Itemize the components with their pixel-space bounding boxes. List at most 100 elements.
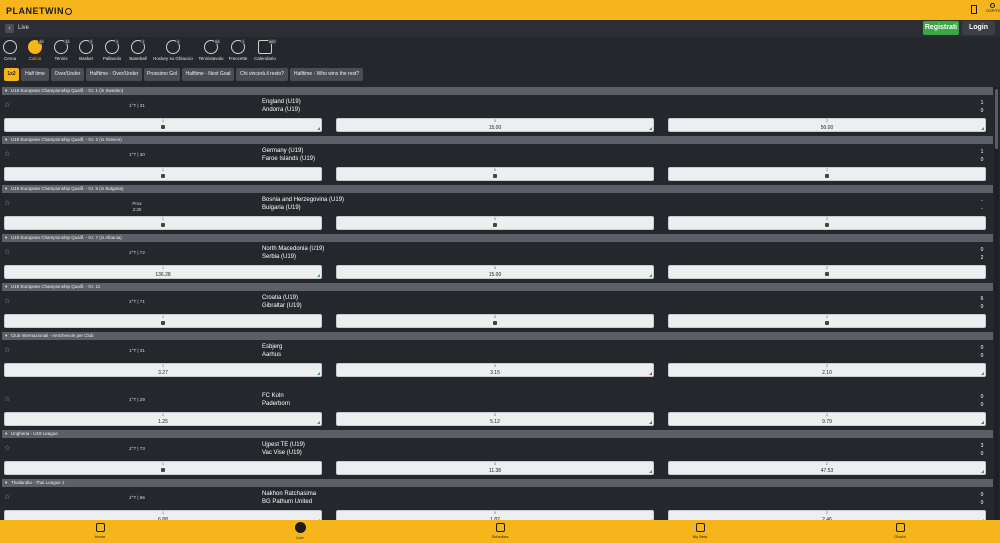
- league-header[interactable]: ▾ Club Internazionali - Amichevole per Cl…: [2, 332, 993, 340]
- tab-halftime-over-under[interactable]: Halftime - Over/Under: [86, 68, 142, 81]
- favorite-star-icon[interactable]: ☆: [4, 199, 10, 207]
- away-team[interactable]: BG Pathum United: [262, 499, 312, 505]
- odds-button-1[interactable]: 1 3.27: [4, 363, 322, 377]
- match-time: Prox: [132, 201, 142, 206]
- nav-my-bets[interactable]: My Bets: [680, 522, 720, 539]
- away-team[interactable]: Vac Vise (U19): [262, 450, 302, 456]
- odds-button-x[interactable]: X 3.15: [336, 363, 654, 377]
- home-team[interactable]: Ujpest TE (U19): [262, 442, 305, 448]
- odds-outcome-label: 2: [826, 315, 828, 319]
- sport-baseball[interactable]: 1 Baseball: [127, 38, 149, 61]
- odds-button-1[interactable]: 1: [4, 314, 322, 328]
- scrollbar-thumb[interactable]: [995, 89, 998, 149]
- away-team[interactable]: Andorra (U19): [262, 107, 300, 113]
- odds-button-1[interactable]: 1 1.25: [4, 412, 322, 426]
- league-header[interactable]: ▾ Thailandia - Thai League 1: [2, 479, 993, 487]
- odds-button-x[interactable]: X 1.82: [336, 510, 654, 520]
- odds-button-1[interactable]: 1: [4, 167, 322, 181]
- away-team[interactable]: Gibraltar (U19): [262, 303, 302, 309]
- scrollbar[interactable]: [994, 87, 999, 520]
- odds-button-x[interactable]: X 11.38: [336, 461, 654, 475]
- odds-button-1[interactable]: 1: [4, 461, 322, 475]
- favorite-star-icon[interactable]: ☆: [4, 297, 10, 305]
- sport-calendario[interactable]: 487 Calendario: [253, 38, 277, 61]
- away-team[interactable]: Aarhus: [262, 352, 281, 358]
- nav-schedina[interactable]: Schedina: [480, 522, 520, 539]
- odds-button-2[interactable]: 2 50.00: [668, 118, 986, 132]
- favorite-star-icon[interactable]: ☆: [4, 346, 10, 354]
- odds-button-2[interactable]: 2: [668, 314, 986, 328]
- league-header[interactable]: ▾ U19 European Championship Qualif. - Gr.…: [2, 283, 993, 291]
- sport-tennistavolo[interactable]: 53 Tennistavolo: [197, 38, 225, 61]
- home-team[interactable]: Bosnia and Herzegovina (U19): [262, 197, 344, 203]
- odds-button-x[interactable]: X: [336, 167, 654, 181]
- nav-home[interactable]: Home: [80, 522, 120, 539]
- odds-button-2[interactable]: 2 47.53: [668, 461, 986, 475]
- home-team[interactable]: England (U19): [262, 99, 301, 105]
- away-team[interactable]: Bulgaria (U19): [262, 205, 301, 211]
- odds-outcome-label: X: [493, 168, 497, 172]
- register-button[interactable]: Registrati: [923, 21, 959, 35]
- odds-button-x[interactable]: X 15.00: [336, 265, 654, 279]
- away-team[interactable]: Faroe Islands (U19): [262, 156, 315, 162]
- favorite-star-icon[interactable]: ☆: [4, 150, 10, 158]
- tab-prossimo-gol[interactable]: Prossimo Gol: [144, 68, 180, 81]
- tab-half-time[interactable]: Half time: [21, 68, 49, 81]
- odds-button-2[interactable]: 2: [668, 167, 986, 181]
- sport-freccette[interactable]: 1 Freccette: [228, 38, 248, 61]
- odds-button-x[interactable]: X: [336, 216, 654, 230]
- favorite-star-icon[interactable]: ☆: [4, 493, 10, 501]
- odds-button-2[interactable]: 2: [668, 265, 986, 279]
- tab-halftime-next-goal[interactable]: Halftime - Next Goal: [182, 68, 234, 81]
- home-team[interactable]: Esbjerg: [262, 344, 282, 350]
- favorite-star-icon[interactable]: ☆: [4, 444, 10, 452]
- favorite-star-icon[interactable]: ☆: [4, 395, 10, 403]
- sport-pallavolo[interactable]: 1 Pallavolo: [101, 38, 123, 61]
- login-button[interactable]: Login: [962, 21, 995, 35]
- tab-chi-vincera[interactable]: Chi vincerà il resto?: [236, 68, 288, 81]
- league-header[interactable]: ▾ Ungheria - U19 League: [2, 430, 993, 438]
- odds-button-1[interactable]: 1 136.28: [4, 265, 322, 279]
- odds-outcome-label: 2: [826, 168, 828, 172]
- home-team[interactable]: Germany (U19): [262, 148, 303, 154]
- favorite-star-icon[interactable]: ☆: [4, 101, 10, 109]
- nav-live[interactable]: Live: [280, 522, 320, 540]
- league-header[interactable]: ▾ U19 European Championship Qualif. - Gr.…: [2, 185, 993, 193]
- home-team[interactable]: FC Koln: [262, 393, 284, 399]
- nav-giochi[interactable]: Giochi: [880, 522, 920, 539]
- back-button[interactable]: ‹: [5, 24, 14, 33]
- odds-button-x[interactable]: X 5.12: [336, 412, 654, 426]
- odds-button-x[interactable]: X: [336, 314, 654, 328]
- user-menu[interactable]: OSPITE: [986, 3, 1000, 13]
- odds-button-2[interactable]: 2 2.46: [668, 510, 986, 520]
- lock-icon: [161, 174, 165, 178]
- logo-mark-icon: [65, 8, 72, 15]
- tab-halftime-who-wins[interactable]: Halftime - Who wins the rest?: [290, 68, 363, 81]
- odds-button-2[interactable]: 2 9.79: [668, 412, 986, 426]
- league-header[interactable]: ▾ U19 European Championship Qualif. - Gr.…: [2, 87, 993, 95]
- bookmark-icon[interactable]: [971, 5, 977, 14]
- logo[interactable]: PLANETWIN: [6, 6, 72, 16]
- home-team[interactable]: Nakhon Ratchasima: [262, 491, 316, 497]
- sport-hockey[interactable]: 4 Hockey su Ghiaccio: [153, 38, 193, 61]
- sport-tennis[interactable]: 33 Tennis: [51, 38, 71, 61]
- home-team[interactable]: North Macedonia (U19): [262, 246, 324, 252]
- odds-button-2[interactable]: 2 2.10: [668, 363, 986, 377]
- tab-1x2[interactable]: 1x2: [4, 68, 19, 81]
- odds-button-2[interactable]: 2: [668, 216, 986, 230]
- nav-label: Schedina: [491, 534, 509, 539]
- tab-over-under[interactable]: Over/Under: [51, 68, 84, 81]
- favorite-star-icon[interactable]: ☆: [4, 248, 10, 256]
- league-header[interactable]: ▾ U19 European Championship Qualif. - Gr.…: [2, 234, 993, 242]
- odds-button-1[interactable]: 1 6.88: [4, 510, 322, 520]
- away-team[interactable]: Serbia (U19): [262, 254, 296, 260]
- odds-button-1[interactable]: 1: [4, 118, 322, 132]
- odds-button-1[interactable]: 1: [4, 216, 322, 230]
- away-team[interactable]: Paderborn: [262, 401, 290, 407]
- odds-button-x[interactable]: X 15.00: [336, 118, 654, 132]
- league-header[interactable]: ▾ U19 European Championship Qualif. - Gr.…: [2, 136, 993, 144]
- sport-search[interactable]: Cerca: [2, 38, 18, 61]
- sport-calcio[interactable]: 40 Calcio: [26, 38, 45, 61]
- home-team[interactable]: Croatia (U19): [262, 295, 298, 301]
- sport-basket[interactable]: 2 Basket: [76, 38, 96, 61]
